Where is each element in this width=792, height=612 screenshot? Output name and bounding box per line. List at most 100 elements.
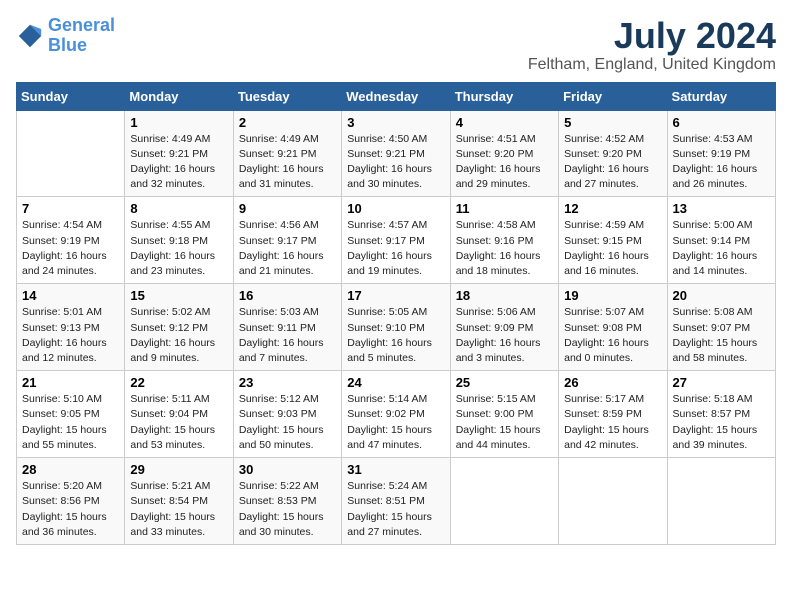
day-number: 17: [347, 288, 444, 303]
day-number: 5: [564, 115, 661, 130]
calendar-cell: 15Sunrise: 5:02 AM Sunset: 9:12 PM Dayli…: [125, 284, 233, 371]
day-number: 4: [456, 115, 553, 130]
calendar-cell: [667, 458, 775, 545]
day-data: Sunrise: 4:53 AM Sunset: 9:19 PM Dayligh…: [673, 132, 770, 193]
calendar-cell: 4 Sunrise: 4:51 AM Sunset: 9:20 PM Daylig…: [450, 110, 558, 197]
calendar-cell: 12 Sunrise: 4:59 AM Sunset: 9:15 PM Dayli…: [559, 197, 667, 284]
header-day-saturday: Saturday: [667, 82, 775, 110]
day-number: 11: [456, 201, 553, 216]
calendar-cell: 10 Sunrise: 4:57 AM Sunset: 9:17 PM Dayli…: [342, 197, 450, 284]
day-data: Sunrise: 5:21 AM Sunset: 8:54 PM Dayligh…: [130, 479, 227, 540]
day-data: Sunrise: 5:01 AM Sunset: 9:13 PM Dayligh…: [22, 305, 119, 366]
day-number: 3: [347, 115, 444, 130]
day-data: Sunrise: 5:07 AM Sunset: 9:08 PM Dayligh…: [564, 305, 661, 366]
day-data: Sunrise: 5:14 AM Sunset: 9:02 PM Dayligh…: [347, 392, 444, 453]
day-number: 7: [22, 201, 119, 216]
calendar-cell: 30Sunrise: 5:22 AM Sunset: 8:53 PM Dayli…: [233, 458, 341, 545]
day-number: 27: [673, 375, 770, 390]
logo: General Blue: [16, 16, 115, 56]
header-day-tuesday: Tuesday: [233, 82, 341, 110]
day-number: 23: [239, 375, 336, 390]
day-data: Sunrise: 4:50 AM Sunset: 9:21 PM Dayligh…: [347, 132, 444, 193]
calendar-cell: 16Sunrise: 5:03 AM Sunset: 9:11 PM Dayli…: [233, 284, 341, 371]
calendar-cell: 13 Sunrise: 5:00 AM Sunset: 9:14 PM Dayli…: [667, 197, 775, 284]
calendar-cell: 19 Sunrise: 5:07 AM Sunset: 9:08 PM Dayli…: [559, 284, 667, 371]
day-data: Sunrise: 4:58 AM Sunset: 9:16 PM Dayligh…: [456, 218, 553, 279]
day-number: 20: [673, 288, 770, 303]
day-data: Sunrise: 5:22 AM Sunset: 8:53 PM Dayligh…: [239, 479, 336, 540]
day-number: 6: [673, 115, 770, 130]
day-data: Sunrise: 4:57 AM Sunset: 9:17 PM Dayligh…: [347, 218, 444, 279]
day-number: 1: [130, 115, 227, 130]
calendar-cell: [450, 458, 558, 545]
header-day-sunday: Sunday: [17, 82, 125, 110]
day-number: 10: [347, 201, 444, 216]
calendar-cell: 29 Sunrise: 5:21 AM Sunset: 8:54 PM Dayli…: [125, 458, 233, 545]
calendar-week-2: 7 Sunrise: 4:54 AM Sunset: 9:19 PM Daylig…: [17, 197, 776, 284]
day-number: 19: [564, 288, 661, 303]
calendar-cell: 23 Sunrise: 5:12 AM Sunset: 9:03 PM Dayli…: [233, 371, 341, 458]
day-data: Sunrise: 5:02 AM Sunset: 9:12 PM Dayligh…: [130, 305, 227, 366]
calendar-cell: 25Sunrise: 5:15 AM Sunset: 9:00 PM Dayli…: [450, 371, 558, 458]
day-data: Sunrise: 5:06 AM Sunset: 9:09 PM Dayligh…: [456, 305, 553, 366]
day-data: Sunrise: 4:55 AM Sunset: 9:18 PM Dayligh…: [130, 218, 227, 279]
day-number: 12: [564, 201, 661, 216]
logo-icon: [16, 22, 44, 50]
location-title: Feltham, England, United Kingdom: [528, 56, 776, 74]
day-number: 13: [673, 201, 770, 216]
calendar-cell: 5 Sunrise: 4:52 AM Sunset: 9:20 PM Daylig…: [559, 110, 667, 197]
calendar-cell: 9 Sunrise: 4:56 AM Sunset: 9:17 PM Daylig…: [233, 197, 341, 284]
day-data: Sunrise: 4:56 AM Sunset: 9:17 PM Dayligh…: [239, 218, 336, 279]
day-number: 26: [564, 375, 661, 390]
calendar-cell: [17, 110, 125, 197]
day-data: Sunrise: 5:10 AM Sunset: 9:05 PM Dayligh…: [22, 392, 119, 453]
day-number: 29: [130, 462, 227, 477]
calendar-cell: 31Sunrise: 5:24 AM Sunset: 8:51 PM Dayli…: [342, 458, 450, 545]
day-data: Sunrise: 5:24 AM Sunset: 8:51 PM Dayligh…: [347, 479, 444, 540]
calendar-cell: 26 Sunrise: 5:17 AM Sunset: 8:59 PM Dayli…: [559, 371, 667, 458]
calendar-cell: 28 Sunrise: 5:20 AM Sunset: 8:56 PM Dayli…: [17, 458, 125, 545]
calendar-cell: 18Sunrise: 5:06 AM Sunset: 9:09 PM Dayli…: [450, 284, 558, 371]
calendar-week-4: 21Sunrise: 5:10 AM Sunset: 9:05 PM Dayli…: [17, 371, 776, 458]
header-day-monday: Monday: [125, 82, 233, 110]
header-day-thursday: Thursday: [450, 82, 558, 110]
calendar-cell: 22 Sunrise: 5:11 AM Sunset: 9:04 PM Dayli…: [125, 371, 233, 458]
day-data: Sunrise: 4:54 AM Sunset: 9:19 PM Dayligh…: [22, 218, 119, 279]
calendar-week-5: 28 Sunrise: 5:20 AM Sunset: 8:56 PM Dayli…: [17, 458, 776, 545]
day-data: Sunrise: 5:11 AM Sunset: 9:04 PM Dayligh…: [130, 392, 227, 453]
day-number: 22: [130, 375, 227, 390]
day-data: Sunrise: 5:12 AM Sunset: 9:03 PM Dayligh…: [239, 392, 336, 453]
calendar-header-row: SundayMondayTuesdayWednesdayThursdayFrid…: [17, 82, 776, 110]
month-title: July 2024: [528, 16, 776, 56]
calendar-cell: 6 Sunrise: 4:53 AM Sunset: 9:19 PM Daylig…: [667, 110, 775, 197]
calendar-cell: 24 Sunrise: 5:14 AM Sunset: 9:02 PM Dayli…: [342, 371, 450, 458]
day-number: 28: [22, 462, 119, 477]
day-number: 9: [239, 201, 336, 216]
day-data: Sunrise: 5:17 AM Sunset: 8:59 PM Dayligh…: [564, 392, 661, 453]
day-data: Sunrise: 4:52 AM Sunset: 9:20 PM Dayligh…: [564, 132, 661, 193]
calendar-cell: [559, 458, 667, 545]
calendar-cell: 7 Sunrise: 4:54 AM Sunset: 9:19 PM Daylig…: [17, 197, 125, 284]
day-number: 14: [22, 288, 119, 303]
day-number: 2: [239, 115, 336, 130]
day-data: Sunrise: 4:59 AM Sunset: 9:15 PM Dayligh…: [564, 218, 661, 279]
logo-line2: Blue: [48, 35, 87, 55]
calendar-cell: 3 Sunrise: 4:50 AM Sunset: 9:21 PM Daylig…: [342, 110, 450, 197]
calendar-cell: 27 Sunrise: 5:18 AM Sunset: 8:57 PM Dayli…: [667, 371, 775, 458]
day-data: Sunrise: 5:18 AM Sunset: 8:57 PM Dayligh…: [673, 392, 770, 453]
calendar-cell: 11 Sunrise: 4:58 AM Sunset: 9:16 PM Dayli…: [450, 197, 558, 284]
day-data: Sunrise: 5:00 AM Sunset: 9:14 PM Dayligh…: [673, 218, 770, 279]
day-data: Sunrise: 4:49 AM Sunset: 9:21 PM Dayligh…: [239, 132, 336, 193]
day-data: Sunrise: 4:51 AM Sunset: 9:20 PM Dayligh…: [456, 132, 553, 193]
calendar-table: SundayMondayTuesdayWednesdayThursdayFrid…: [16, 82, 776, 545]
header-day-friday: Friday: [559, 82, 667, 110]
calendar-cell: 17Sunrise: 5:05 AM Sunset: 9:10 PM Dayli…: [342, 284, 450, 371]
day-number: 25: [456, 375, 553, 390]
day-data: Sunrise: 5:20 AM Sunset: 8:56 PM Dayligh…: [22, 479, 119, 540]
calendar-week-1: 1 Sunrise: 4:49 AM Sunset: 9:21 PM Daylig…: [17, 110, 776, 197]
day-data: Sunrise: 5:08 AM Sunset: 9:07 PM Dayligh…: [673, 305, 770, 366]
day-number: 8: [130, 201, 227, 216]
day-number: 24: [347, 375, 444, 390]
day-data: Sunrise: 5:03 AM Sunset: 9:11 PM Dayligh…: [239, 305, 336, 366]
calendar-cell: 14 Sunrise: 5:01 AM Sunset: 9:13 PM Dayli…: [17, 284, 125, 371]
